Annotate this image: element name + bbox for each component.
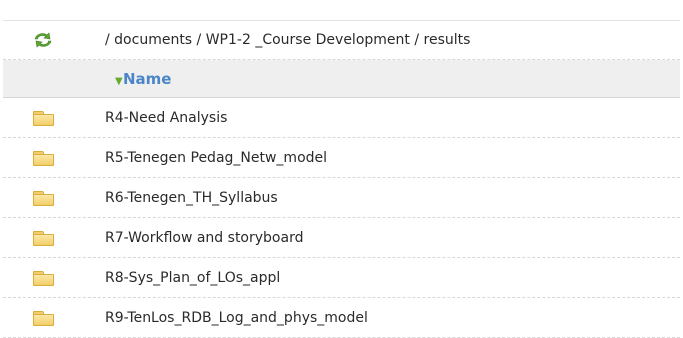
name-column-label: Name bbox=[123, 69, 172, 88]
table-row[interactable]: R5-Tenegen Pedag_Netw_model bbox=[3, 138, 680, 178]
table-row[interactable]: R8-Sys_Plan_of_LOs_appl bbox=[3, 258, 680, 298]
folder-icon bbox=[33, 150, 54, 166]
folder-icon bbox=[33, 310, 54, 326]
table-row[interactable]: R7-Workflow and storyboard bbox=[3, 218, 680, 258]
folder-icon bbox=[33, 230, 54, 246]
file-browser: / documents / WP1-2 _Course Development … bbox=[0, 0, 683, 338]
folder-name[interactable]: R5-Tenegen Pedag_Netw_model bbox=[105, 138, 680, 177]
folder-name[interactable]: R4-Need Analysis bbox=[105, 98, 680, 137]
path-row: / documents / WP1-2 _Course Development … bbox=[3, 21, 680, 60]
folder-name[interactable]: R8-Sys_Plan_of_LOs_appl bbox=[105, 258, 680, 297]
table-row[interactable]: R9-TenLos_RDB_Log_and_phys_model bbox=[3, 298, 680, 338]
folder-name[interactable]: R6-Tenegen_TH_Syllabus bbox=[105, 178, 680, 217]
folder-name[interactable]: R9-TenLos_RDB_Log_and_phys_model bbox=[105, 298, 680, 337]
sort-arrow-icon: ▼ bbox=[115, 75, 123, 87]
refresh-icon bbox=[34, 32, 52, 48]
folder-icon bbox=[33, 110, 54, 126]
header-icon-cell bbox=[3, 60, 83, 97]
table-header: ▼ Name bbox=[3, 60, 680, 98]
table-row[interactable]: R6-Tenegen_TH_Syllabus bbox=[3, 178, 680, 218]
folder-icon bbox=[33, 270, 54, 286]
table-row[interactable]: R4-Need Analysis bbox=[3, 98, 680, 138]
folder-icon bbox=[33, 190, 54, 206]
folder-name[interactable]: R7-Workflow and storyboard bbox=[105, 218, 680, 257]
name-column-header[interactable]: ▼ Name bbox=[115, 60, 680, 97]
top-strip bbox=[0, 0, 683, 20]
breadcrumb[interactable]: / documents / WP1-2 _Course Development … bbox=[105, 21, 680, 59]
file-table: / documents / WP1-2 _Course Development … bbox=[3, 20, 680, 338]
refresh-button[interactable] bbox=[3, 21, 83, 59]
